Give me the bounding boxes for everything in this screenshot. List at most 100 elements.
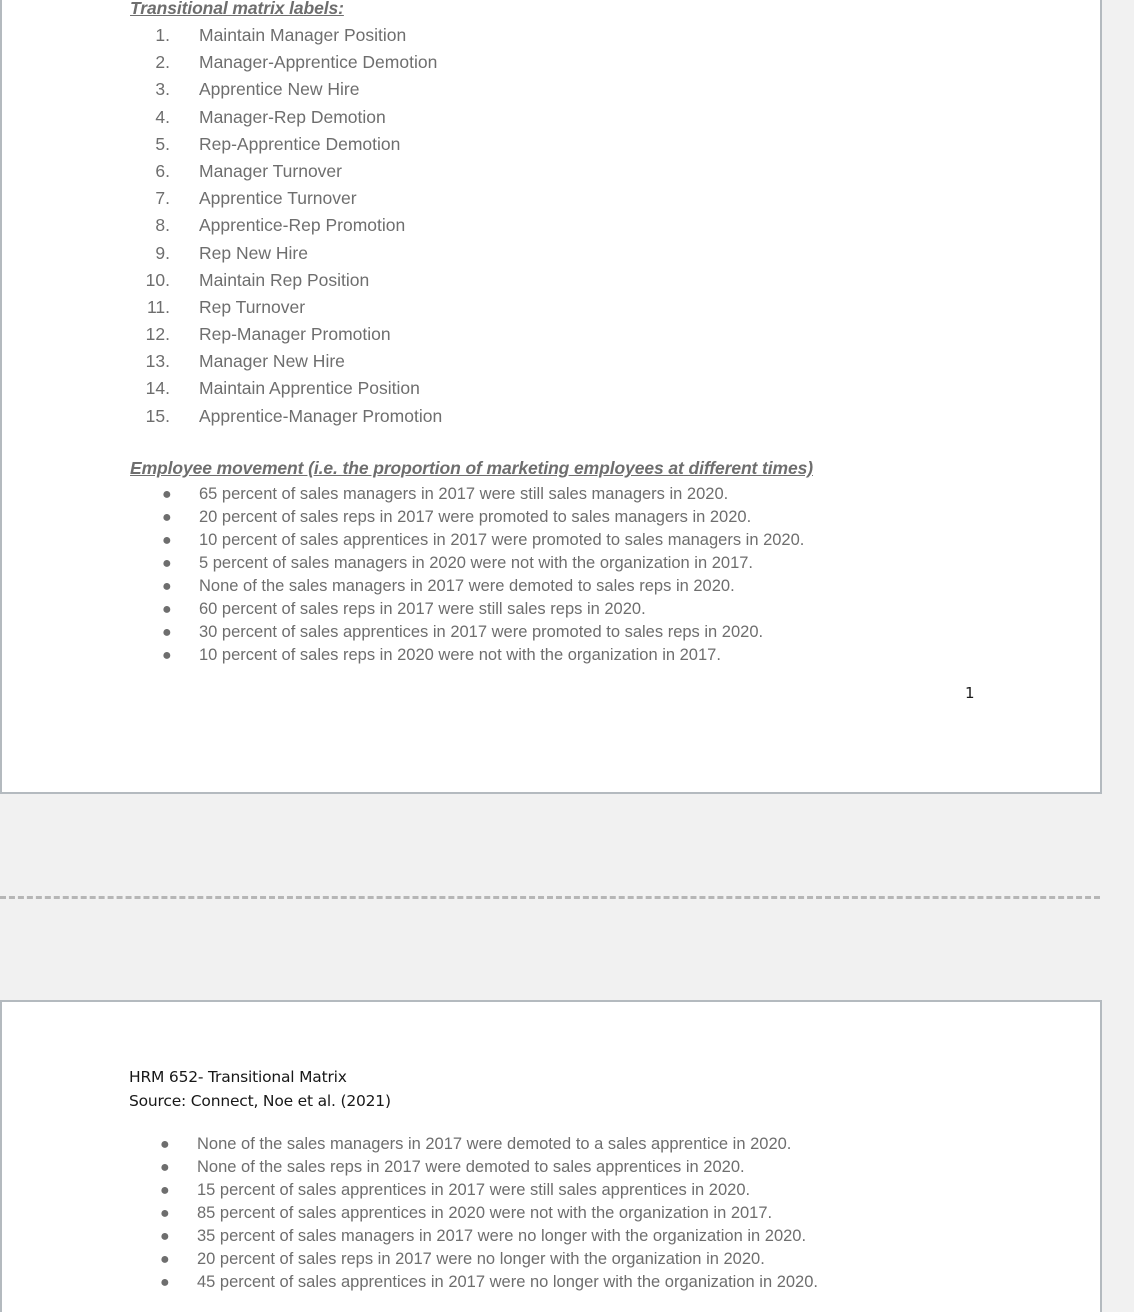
list-item-label: Manager Turnover bbox=[199, 160, 342, 181]
list-item: ● 65 percent of sales managers in 2017 we… bbox=[162, 483, 804, 506]
list-item: ● 20 percent of sales reps in 2017 were p… bbox=[162, 506, 804, 529]
document-viewer: { "document": { "page1": { "labels_headi… bbox=[0, 0, 1134, 1312]
page-2-bullet-list: ● None of the sales managers in 2017 were… bbox=[160, 1133, 818, 1294]
bullet-icon: ● bbox=[160, 1136, 170, 1153]
bullet-icon: ● bbox=[162, 647, 172, 664]
document-page-1: Transitional matrix labels: 1. Maintain M… bbox=[0, 0, 1102, 794]
list-item-label: Maintain Manager Position bbox=[199, 25, 407, 45]
list-item-label: Maintain Apprentice Position bbox=[199, 378, 420, 399]
bullet-icon: ● bbox=[162, 532, 172, 549]
list-item: ● None of the sales managers in 2017 were… bbox=[162, 575, 804, 598]
list-item-label: 35 percent of sales managers in 2017 wer… bbox=[197, 1227, 807, 1245]
list-item-label: 45 percent of sales apprentices in 2017 … bbox=[197, 1273, 818, 1291]
transitional-matrix-label-list: 1. Maintain Manager Position 2. Manager-App… bbox=[130, 22, 443, 430]
list-item: ● 10 percent of sales apprentices in 2017… bbox=[162, 529, 804, 552]
bullet-icon: ● bbox=[162, 555, 172, 572]
list-number: 5. bbox=[155, 133, 170, 154]
list-item: ● 15 percent of sales apprentices in 2017… bbox=[160, 1179, 818, 1202]
matrix-label-item: 14. Maintain Apprentice Position bbox=[130, 375, 442, 402]
list-item-label: Rep Turnover bbox=[199, 296, 306, 317]
matrix-label-item: 15. Apprentice-Manager Promotion bbox=[130, 403, 443, 430]
list-number: 12. bbox=[145, 324, 170, 345]
list-item-label: 85 percent of sales apprentices in 2020 … bbox=[197, 1204, 773, 1222]
list-item-label: Manager-Rep Demotion bbox=[199, 106, 386, 127]
matrix-label-item: 13. Manager New Hire bbox=[130, 348, 442, 375]
list-number: 15. bbox=[145, 405, 170, 426]
list-number: 9. bbox=[155, 242, 170, 263]
list-item-label: None of the sales managers in 2017 were … bbox=[199, 577, 735, 595]
bullet-icon: ● bbox=[162, 486, 172, 503]
bullet-icon: ● bbox=[160, 1159, 170, 1176]
bullet-icon: ● bbox=[160, 1274, 170, 1291]
bullet-icon: ● bbox=[160, 1251, 170, 1268]
list-number: 2. bbox=[155, 52, 170, 73]
list-item: ● 20 percent of sales reps in 2017 were n… bbox=[160, 1248, 818, 1271]
list-number: 6. bbox=[155, 160, 170, 181]
page-number: 1 bbox=[965, 684, 975, 702]
list-item-label: Rep-Apprentice Demotion bbox=[199, 133, 401, 154]
list-item: ● 30 percent of sales apprentices in 2017… bbox=[162, 621, 804, 644]
bullet-icon: ● bbox=[162, 578, 172, 595]
list-item-label: Apprentice New Hire bbox=[199, 79, 360, 100]
list-item-label: 20 percent of sales reps in 2017 were no… bbox=[197, 1250, 765, 1268]
list-item: ● 45 percent of sales apprentices in 2017… bbox=[160, 1271, 818, 1294]
list-item: ● 60 percent of sales reps in 2017 were s… bbox=[162, 598, 804, 621]
employee-movement-heading: Employee movement (i.e. the proportion o… bbox=[130, 458, 813, 478]
matrix-label-item: 5. Rep-Apprentice Demotion bbox=[130, 131, 442, 158]
page-separator bbox=[0, 896, 1100, 899]
list-item-label: None of the sales reps in 2017 were demo… bbox=[197, 1158, 745, 1176]
matrix-label-item: 1. Maintain Manager Position bbox=[130, 22, 442, 49]
bullet-icon: ● bbox=[160, 1182, 170, 1199]
matrix-label-item: 11. Rep Turnover bbox=[130, 294, 442, 321]
bullet-icon: ● bbox=[162, 601, 172, 618]
matrix-label-item: 7. Apprentice Turnover bbox=[130, 185, 442, 212]
list-item-label: 5 percent of sales managers in 2020 were… bbox=[199, 554, 754, 572]
list-number: 14. bbox=[145, 378, 170, 399]
list-item: ● None of the sales reps in 2017 were dem… bbox=[160, 1156, 818, 1179]
page-1-content: Transitional matrix labels: 1. Maintain M… bbox=[2, 0, 1100, 792]
list-item-label: 30 percent of sales apprentices in 2017 … bbox=[199, 623, 764, 641]
bullet-icon: ● bbox=[160, 1228, 170, 1245]
list-item-label: Apprentice Turnover bbox=[199, 188, 357, 209]
list-number: 1. bbox=[155, 25, 170, 45]
list-item-label: Rep-Manager Promotion bbox=[199, 324, 391, 345]
matrix-label-item: 12. Rep-Manager Promotion bbox=[130, 321, 442, 348]
list-number: 10. bbox=[145, 269, 170, 290]
bullet-icon: ● bbox=[162, 509, 172, 526]
list-item-label: 20 percent of sales reps in 2017 were pr… bbox=[199, 508, 752, 526]
transitional-matrix-labels-heading: Transitional matrix labels: bbox=[130, 0, 344, 18]
list-item-label: 60 percent of sales reps in 2017 were st… bbox=[199, 600, 646, 618]
list-item-label: Maintain Rep Position bbox=[199, 269, 370, 290]
matrix-label-item: 9. Rep New Hire bbox=[130, 240, 442, 267]
list-item: ● 85 percent of sales apprentices in 2020… bbox=[160, 1202, 818, 1225]
list-number: 8. bbox=[155, 215, 170, 236]
list-item-label: Apprentice-Manager Promotion bbox=[199, 405, 443, 426]
matrix-label-item: 8. Apprentice-Rep Promotion bbox=[130, 212, 442, 239]
employee-movement-bullet-list: ● 65 percent of sales managers in 2017 we… bbox=[162, 483, 804, 667]
course-title-line: HRM 652- Transitional Matrix bbox=[129, 1068, 347, 1086]
list-item-label: Manager-Apprentice Demotion bbox=[199, 52, 438, 73]
list-item: ● 5 percent of sales managers in 2020 wer… bbox=[162, 552, 804, 575]
list-item-label: 10 percent of sales apprentices in 2017 … bbox=[199, 531, 805, 549]
list-number: 4. bbox=[155, 106, 170, 127]
list-item: ● 35 percent of sales managers in 2017 we… bbox=[160, 1225, 818, 1248]
matrix-label-item: 6. Manager Turnover bbox=[130, 158, 442, 185]
matrix-label-item: 2. Manager-Apprentice Demotion bbox=[130, 49, 442, 76]
list-item: ● 10 percent of sales reps in 2020 were n… bbox=[162, 644, 804, 667]
list-item: ● None of the sales managers in 2017 were… bbox=[160, 1133, 818, 1156]
list-number: 3. bbox=[155, 79, 170, 100]
list-item-label: Apprentice-Rep Promotion bbox=[199, 215, 406, 236]
list-item-label: Manager New Hire bbox=[199, 351, 345, 372]
matrix-label-item: 10. Maintain Rep Position bbox=[130, 267, 442, 294]
list-number: 13. bbox=[145, 351, 170, 372]
source-citation-line: Source: Connect, Noe et al. (2021) bbox=[129, 1092, 391, 1110]
list-item-label: 65 percent of sales managers in 2017 wer… bbox=[199, 485, 729, 503]
bullet-icon: ● bbox=[162, 624, 172, 641]
matrix-label-item: 4. Manager-Rep Demotion bbox=[130, 104, 442, 131]
matrix-label-item: 3. Apprentice New Hire bbox=[130, 76, 442, 103]
list-item-label: 10 percent of sales reps in 2020 were no… bbox=[199, 646, 721, 664]
bullet-icon: ● bbox=[160, 1205, 170, 1222]
list-number: 11. bbox=[146, 296, 170, 317]
list-item-label: None of the sales managers in 2017 were … bbox=[197, 1135, 792, 1153]
list-item-label: 15 percent of sales apprentices in 2017 … bbox=[197, 1181, 751, 1199]
